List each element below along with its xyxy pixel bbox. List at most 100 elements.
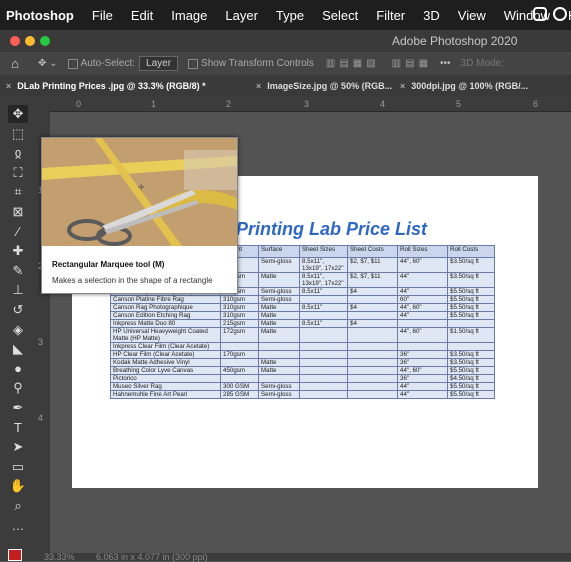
- menu-image[interactable]: Image: [171, 8, 207, 23]
- table-cell: [258, 350, 300, 359]
- table-row: Kodak Matte Adhesive Vinyl Matte 36" $3.50/…: [110, 358, 495, 367]
- table-cell: $5.50/sq ft: [447, 287, 495, 296]
- table-row: HP Universal Heavyweight Coated Matte (H…: [110, 327, 495, 343]
- object-selection-tool-icon[interactable]: ⛶: [8, 164, 28, 182]
- auto-select-checkbox[interactable]: [67, 58, 78, 69]
- frame-tool-icon[interactable]: ⊠: [8, 203, 28, 221]
- table-cell: 8.5x11", 13x19", 17x22": [299, 272, 348, 288]
- align-icons[interactable]: ▥▤▦▧: [326, 58, 380, 69]
- tray-icon[interactable]: [533, 7, 547, 21]
- table-cell: Inkpress Matte Duo 80: [110, 319, 221, 328]
- menu-view[interactable]: View: [458, 8, 486, 23]
- horizontal-ruler[interactable]: 0 1 2 3 4 5 6: [36, 97, 571, 112]
- table-cell: [347, 342, 398, 351]
- eyedropper-tool-icon[interactable]: ⁄: [8, 223, 28, 241]
- table-cell: Matte: [258, 303, 300, 312]
- table-cell: 44", 60": [397, 327, 448, 343]
- table-row: HP Clear Film (Clear Acetate) 170gsm 36" $3…: [110, 350, 495, 359]
- table-cell: [299, 390, 348, 399]
- pen-tool-icon[interactable]: ✒: [8, 399, 28, 417]
- distribute-icons[interactable]: ▥▤▦: [392, 58, 432, 69]
- foreground-color-swatch[interactable]: [8, 549, 22, 561]
- menu-3d[interactable]: 3D: [423, 8, 440, 23]
- crop-tool-icon[interactable]: ⌗: [8, 183, 28, 201]
- table-row: Inkpress Matte Duo 80 215gsm Matte 8.5x11" $…: [110, 319, 495, 328]
- document-tab[interactable]: × ImageSize.jpg @ 50% (RGB...: [256, 81, 392, 91]
- lasso-tool-icon[interactable]: ჲ: [8, 144, 28, 162]
- table-cell: 44": [397, 390, 448, 399]
- show-transform-checkbox[interactable]: [188, 58, 199, 69]
- column-header: Roll Sizes: [397, 245, 448, 258]
- table-cell: [299, 366, 348, 375]
- menu-layer[interactable]: Layer: [225, 8, 258, 23]
- zoom-window-button[interactable]: [40, 36, 50, 46]
- menu-select[interactable]: Select: [322, 8, 358, 23]
- table-cell: $1.50/sq ft: [447, 327, 495, 343]
- menu-filter[interactable]: Filter: [376, 8, 405, 23]
- table-cell: [299, 358, 348, 367]
- table-cell: 300 GSM: [220, 382, 259, 391]
- close-tab-icon[interactable]: ×: [6, 81, 11, 91]
- eraser-tool-icon[interactable]: ◈: [8, 321, 28, 339]
- 3d-mode-label: 3D Mode:: [460, 58, 504, 69]
- zoom-tool-icon[interactable]: ⌕: [8, 497, 28, 515]
- table-cell: [258, 374, 300, 383]
- table-cell: Kodak Matte Adhesive Vinyl: [110, 358, 221, 367]
- more-options-icon[interactable]: •••: [440, 58, 451, 69]
- table-cell: 450gsm: [220, 366, 259, 375]
- table-cell: [447, 319, 495, 328]
- close-tab-icon[interactable]: ×: [400, 81, 405, 91]
- column-header: Sheet Costs: [347, 245, 398, 258]
- path-selection-tool-icon[interactable]: ➤: [8, 438, 28, 456]
- brush-tool-icon[interactable]: ✎: [8, 262, 28, 280]
- table-cell: $3.50/sq ft: [447, 272, 495, 288]
- auto-select-dropdown[interactable]: Layer: [139, 56, 179, 71]
- rectangle-tool-icon[interactable]: ▭: [8, 458, 28, 476]
- tooltip-preview-image: +: [42, 138, 237, 246]
- table-cell: Museo Silver Rag: [110, 382, 221, 391]
- table-cell: 36": [397, 374, 448, 383]
- table-cell: $4: [347, 319, 398, 328]
- table-cell: [347, 390, 398, 399]
- ruler-tick-label: 0: [76, 99, 82, 109]
- menu-photoshop[interactable]: Photoshop: [6, 8, 74, 23]
- table-row: Pictorico 36" $4.50/sq ft: [110, 374, 495, 383]
- table-cell: HP Clear Film (Clear Acetate): [110, 350, 221, 359]
- document-tab[interactable]: × DLab Printing Prices .jpg @ 33.3% (RGB/…: [6, 81, 206, 91]
- table-cell: 285 GSM: [220, 390, 259, 399]
- hand-tool-icon[interactable]: ✋: [8, 477, 28, 495]
- table-cell: [220, 342, 259, 351]
- menu-tray: [533, 7, 567, 21]
- type-tool-icon[interactable]: T: [8, 419, 28, 437]
- menu-file[interactable]: File: [92, 8, 113, 23]
- menu-type[interactable]: Type: [276, 8, 304, 23]
- close-tab-icon[interactable]: ×: [256, 81, 261, 91]
- more-tools-icon[interactable]: …: [8, 517, 28, 535]
- move-tool-preset-icon[interactable]: ✥ ⌄: [38, 58, 58, 69]
- document-tab[interactable]: × 300dpi.jpg @ 100% (RGB/...: [400, 81, 528, 91]
- dodge-tool-icon[interactable]: ⚲: [8, 379, 28, 397]
- minimize-window-button[interactable]: [25, 36, 35, 46]
- options-bar: ⌂ ✥ ⌄ Auto-Select: Layer Show Transform …: [0, 52, 571, 75]
- healing-brush-tool-icon[interactable]: ✚: [8, 242, 28, 260]
- home-icon[interactable]: ⌂: [0, 56, 30, 71]
- paint-bucket-tool-icon[interactable]: ◣: [8, 340, 28, 358]
- clone-stamp-tool-icon[interactable]: ⊥: [8, 281, 28, 299]
- move-tool-icon[interactable]: ✥: [8, 105, 28, 123]
- table-cell: Pictorico: [110, 374, 221, 383]
- ruler-tick-label: 4: [380, 99, 386, 109]
- table-cell: $3.50/sq ft: [447, 257, 495, 273]
- blur-tool-icon[interactable]: ●: [8, 360, 28, 378]
- table-cell: Semi-gloss: [258, 382, 300, 391]
- rectangular-marquee-tool-icon[interactable]: ⬚: [8, 125, 28, 143]
- tray-icon[interactable]: [553, 7, 567, 21]
- document-tab-bar: × DLab Printing Prices .jpg @ 33.3% (RGB/…: [0, 75, 571, 97]
- ruler-tick-label: 1: [151, 99, 157, 109]
- table-cell: 36": [397, 358, 448, 367]
- close-window-button[interactable]: [10, 36, 20, 46]
- menu-edit[interactable]: Edit: [131, 8, 153, 23]
- tool-tooltip: + Rectangular Marquee tool (M) Makes a s…: [41, 137, 238, 294]
- table-cell: 44": [397, 272, 448, 288]
- table-cell: [299, 342, 348, 351]
- history-brush-tool-icon[interactable]: ↺: [8, 301, 28, 319]
